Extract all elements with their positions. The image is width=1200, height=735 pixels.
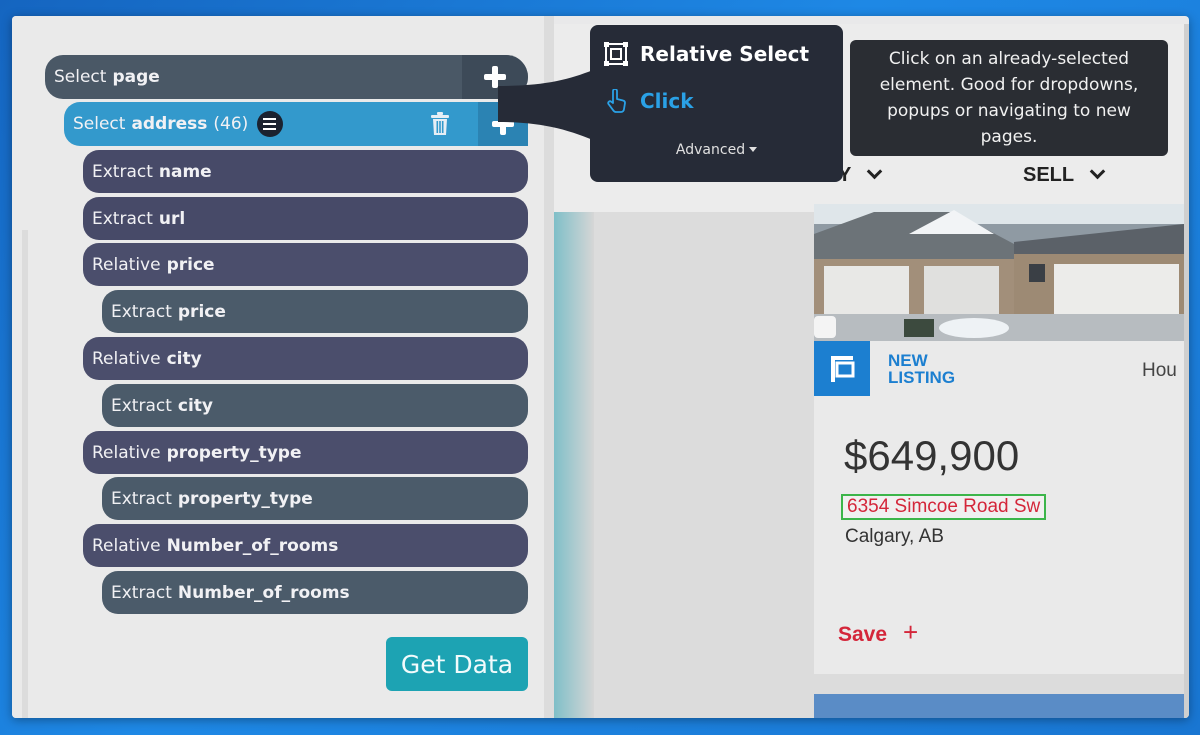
chevron-down-icon xyxy=(867,163,883,180)
nav-item-sell[interactable]: SELL xyxy=(1023,163,1106,187)
caret-down-icon xyxy=(749,147,758,152)
row-kind: Relative xyxy=(92,535,161,556)
sign-icon xyxy=(831,356,855,382)
nav-item-buy[interactable]: Y xyxy=(838,163,883,187)
row-name: city xyxy=(177,395,214,416)
property-type-partial: Hou xyxy=(1142,360,1177,381)
pointer-hand-icon xyxy=(607,89,626,113)
advanced-toggle[interactable]: Advanced xyxy=(590,142,843,158)
row-name: property_type xyxy=(166,442,302,463)
selection-panel: Select page Select address (46) Extract … xyxy=(12,16,544,718)
extract-number-of-rooms-row[interactable]: Extract Number_of_rooms xyxy=(102,571,528,614)
relative-select-icon xyxy=(604,42,628,66)
row-name: price xyxy=(177,301,226,322)
panel-scroll-track[interactable] xyxy=(22,230,28,718)
save-label: Save xyxy=(838,623,888,646)
new-listing-badge xyxy=(814,341,870,396)
extract-property-type-row[interactable]: Extract property_type xyxy=(102,477,528,520)
row-name: property_type xyxy=(177,488,313,509)
row-name: city xyxy=(166,348,202,369)
row-kind: Extract xyxy=(111,488,172,509)
row-kind: Select xyxy=(73,114,126,134)
relative-select-option[interactable]: Relative Select xyxy=(640,42,809,66)
house-photo xyxy=(814,204,1184,341)
select-address-row[interactable]: Select address (46) xyxy=(64,102,528,146)
extract-name-row[interactable]: Extract name xyxy=(83,150,528,193)
list-icon[interactable] xyxy=(257,111,284,137)
badge-line2: LISTING xyxy=(888,368,956,387)
row-name: address xyxy=(131,114,208,134)
row-name: Number_of_rooms xyxy=(177,582,350,603)
select-page-row[interactable]: Select page xyxy=(45,55,528,99)
row-kind: Extract xyxy=(92,208,153,229)
row-kind: Extract xyxy=(92,161,153,182)
popup-connector xyxy=(498,70,598,140)
chevron-down-icon xyxy=(1089,163,1106,180)
nav-label: SELL xyxy=(1023,164,1075,186)
command-popup: Relative Select Click Advanced xyxy=(590,25,843,182)
row-name: name xyxy=(158,161,212,182)
row-kind: Extract xyxy=(111,395,172,416)
click-option[interactable]: Click xyxy=(640,89,694,113)
row-kind: Relative xyxy=(92,254,161,275)
page-shadow xyxy=(554,212,594,718)
row-name: Number_of_rooms xyxy=(166,535,339,556)
next-listing-card[interactable] xyxy=(814,694,1184,718)
listing-price: $649,900 xyxy=(844,432,1020,479)
row-name: price xyxy=(166,254,215,275)
tooltip-text: Click on an already-selected element. Go… xyxy=(879,49,1139,147)
badge-line1: NEW xyxy=(888,351,928,370)
row-kind: Relative xyxy=(92,442,161,463)
row-name: page xyxy=(112,67,160,87)
new-listing-label: NEW LISTING xyxy=(888,352,955,386)
row-kind: Relative xyxy=(92,348,161,369)
relative-property-type-row[interactable]: Relative property_type xyxy=(83,431,528,474)
row-kind: Select xyxy=(54,67,107,87)
plus-icon: + xyxy=(903,617,919,647)
listing-address-selected[interactable]: 6354 Simcoe Road Sw xyxy=(841,494,1047,520)
save-listing-button[interactable]: Save + xyxy=(838,617,918,648)
trash-icon[interactable] xyxy=(430,112,450,136)
relative-city-row[interactable]: Relative city xyxy=(83,337,528,380)
row-kind: Extract xyxy=(111,301,172,322)
advanced-label: Advanced xyxy=(675,142,746,158)
listing-city: Calgary, AB xyxy=(845,526,944,547)
row-kind: Extract xyxy=(111,582,172,603)
row-name: url xyxy=(158,208,186,229)
extract-price-row[interactable]: Extract price xyxy=(102,290,528,333)
relative-number-of-rooms-row[interactable]: Relative Number_of_rooms xyxy=(83,524,528,567)
selection-count: (46) xyxy=(213,114,249,134)
relative-price-row[interactable]: Relative price xyxy=(83,243,528,286)
page-scrollbar[interactable] xyxy=(1184,24,1189,718)
get-data-button[interactable]: Get Data xyxy=(386,637,528,691)
click-tooltip: Click on an already-selected element. Go… xyxy=(850,40,1168,156)
extract-url-row[interactable]: Extract url xyxy=(83,197,528,240)
listing-card[interactable]: NEW LISTING Hou $649,900 6354 Simcoe Roa… xyxy=(814,204,1184,674)
extract-city-row[interactable]: Extract city xyxy=(102,384,528,427)
